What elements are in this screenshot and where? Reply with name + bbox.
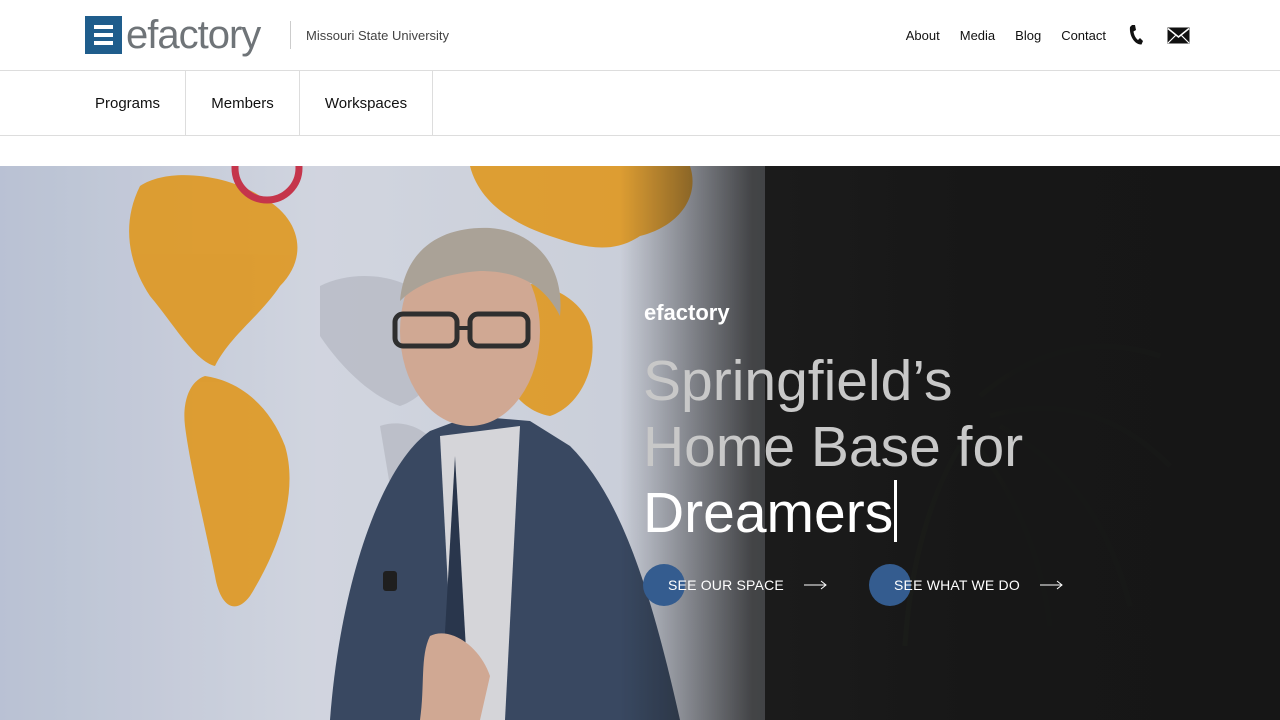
- headline-typed-word: Dreamers: [643, 481, 894, 545]
- site-header: efactory Missouri State University About…: [0, 0, 1280, 71]
- hero-banner: efactory Springfield’s Home Base for Dre…: [0, 166, 1280, 720]
- tab-programs[interactable]: Programs: [70, 71, 186, 135]
- hero-headline: Springfield’s Home Base for Dreamers: [643, 348, 1023, 546]
- mail-icon[interactable]: [1166, 23, 1190, 47]
- logo-mark-icon: [85, 16, 122, 54]
- headline-line-3: Dreamers: [643, 480, 1023, 546]
- headline-line-2: Home Base for: [643, 415, 1024, 479]
- tab-workspaces[interactable]: Workspaces: [300, 71, 433, 135]
- see-what-we-do-button[interactable]: SEE WHAT WE DO: [869, 564, 1064, 606]
- logo-wordmark: efactory: [126, 13, 261, 57]
- nav-about-link[interactable]: About: [906, 28, 940, 43]
- see-our-space-button[interactable]: SEE OUR SPACE: [643, 564, 828, 606]
- top-nav: About Media Blog Contact: [886, 22, 1190, 48]
- arrow-right-icon: [1039, 580, 1063, 590]
- nav-blog-link[interactable]: Blog: [1015, 28, 1041, 43]
- hero-eyebrow: efactory: [644, 300, 730, 325]
- logo-divider: [290, 21, 291, 49]
- efactory-logo[interactable]: efactory: [85, 13, 261, 57]
- tab-members[interactable]: Members: [186, 71, 300, 135]
- headline-line-1: Springfield’s: [643, 349, 953, 413]
- phone-icon[interactable]: [1124, 23, 1148, 47]
- cta-label: SEE OUR SPACE: [668, 577, 784, 593]
- typing-cursor: [894, 480, 898, 542]
- university-name[interactable]: Missouri State University: [306, 28, 449, 43]
- section-nav: Programs Members Workspaces: [0, 71, 1280, 136]
- arrow-right-icon: [803, 580, 827, 590]
- nav-contact-link[interactable]: Contact: [1061, 28, 1106, 43]
- hero-content: efactory Springfield’s Home Base for Dre…: [643, 166, 1203, 720]
- cta-label: SEE WHAT WE DO: [894, 577, 1020, 593]
- nav-media-link[interactable]: Media: [960, 28, 995, 43]
